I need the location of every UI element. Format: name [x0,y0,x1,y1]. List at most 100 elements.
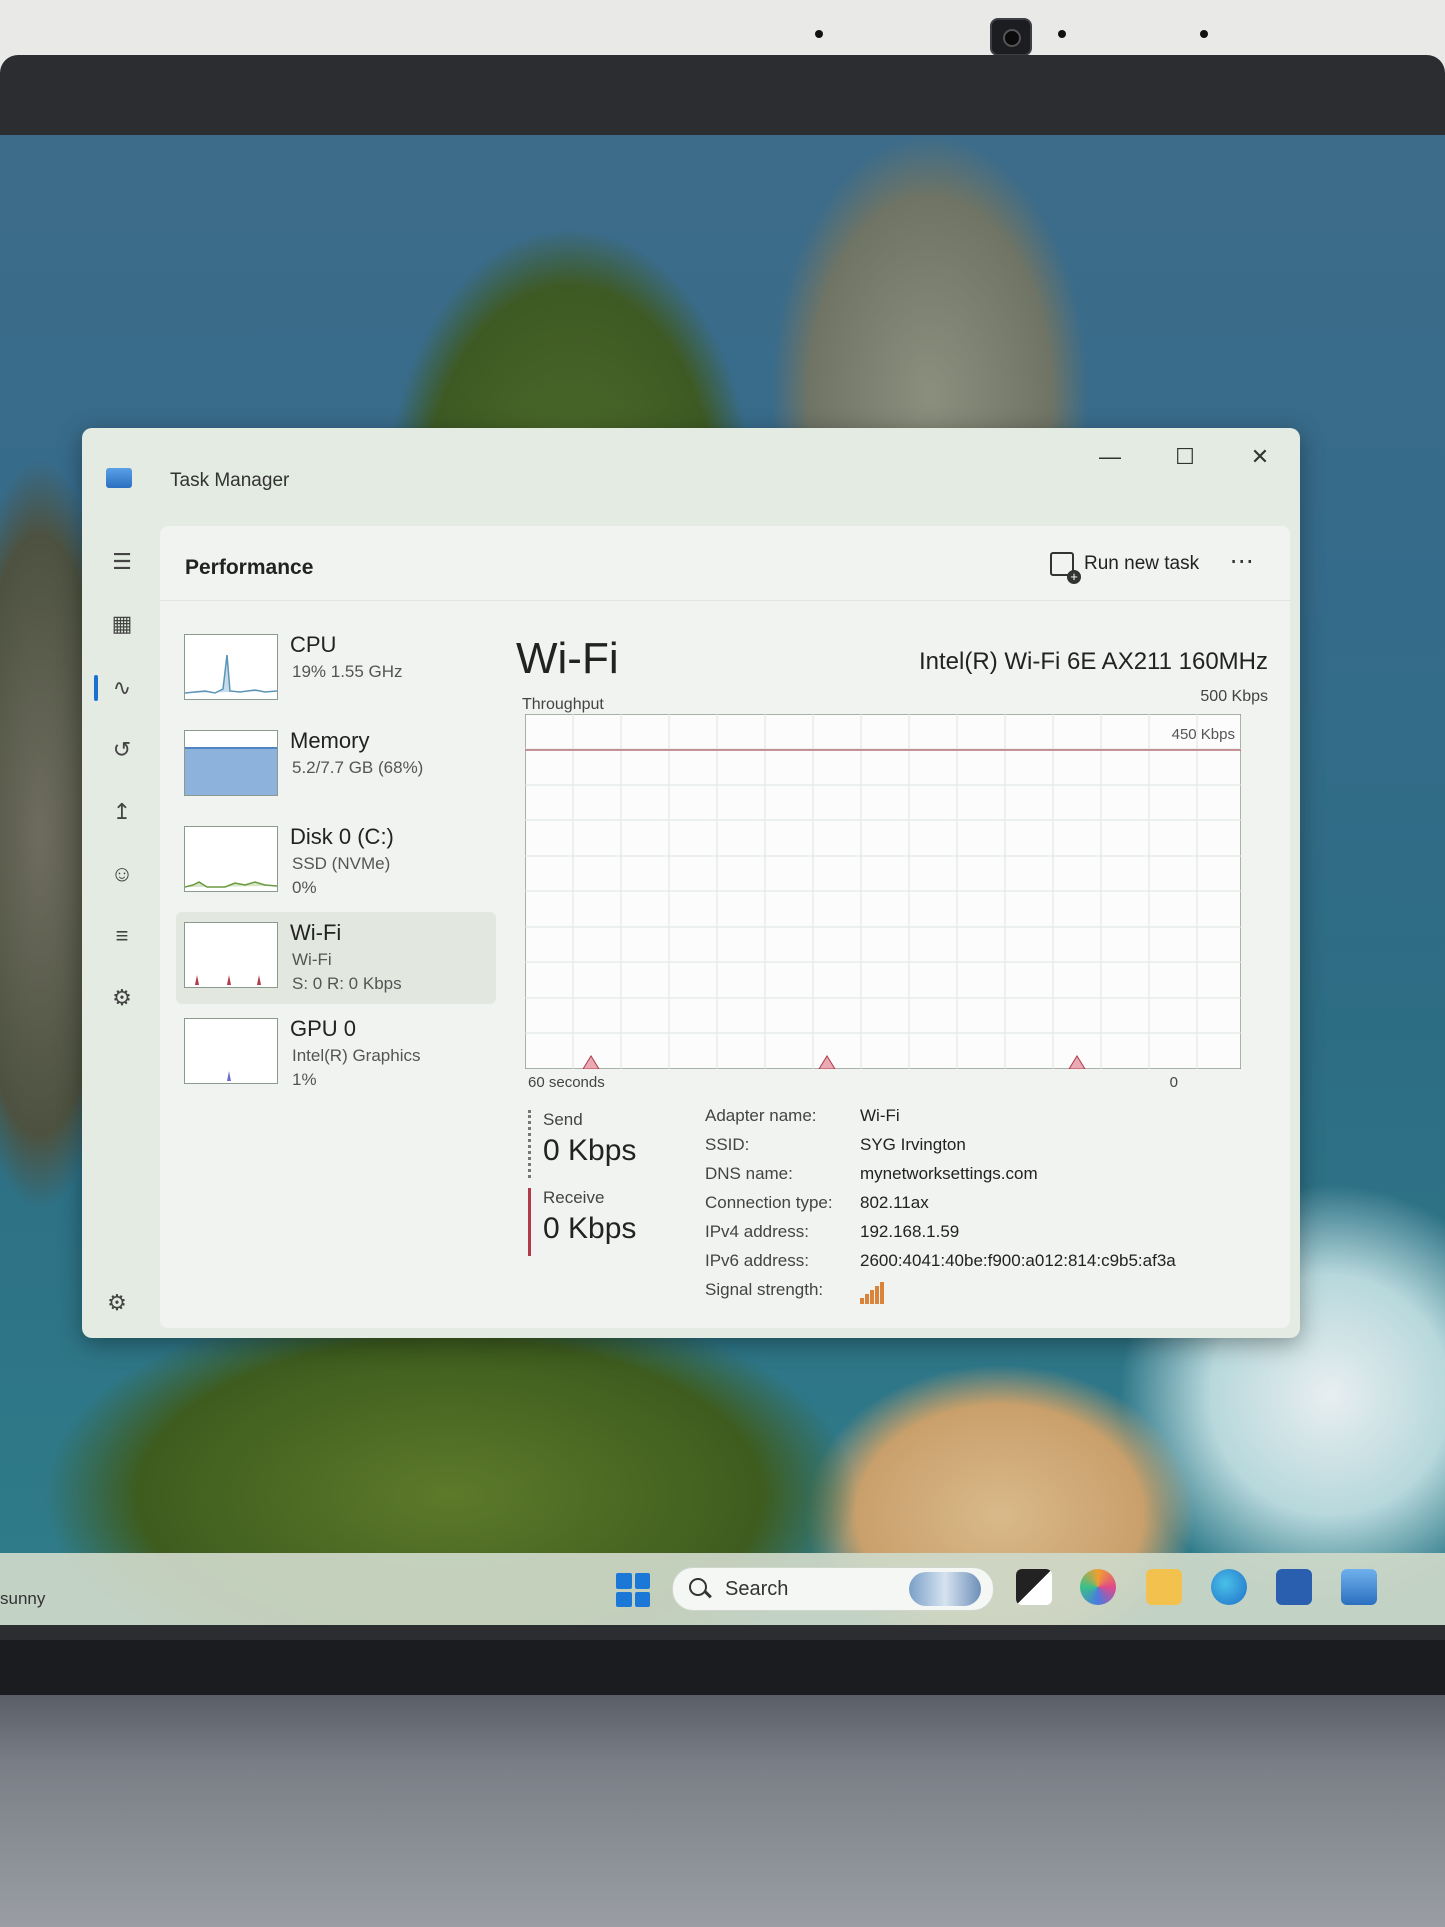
property-label: DNS name: [705,1164,793,1183]
minimize-button[interactable]: — [1090,442,1130,472]
memory-fill [185,746,277,795]
property-value: mynetworksettings.com [860,1164,1038,1183]
property-value: Wi-Fi [860,1106,900,1125]
panel-header: Performance Run new task ⋯ [160,526,1290,601]
services-icon[interactable]: ⚙ [102,978,142,1018]
x-axis-right-label: 0 [1169,1074,1178,1091]
signal-strength-icon [860,1282,884,1304]
details-icon[interactable]: ≡ [102,916,142,956]
scale-line-label: 450 Kbps [1172,726,1235,743]
resource-detail: Intel(R) Graphics [292,1046,421,1065]
window-title: Task Manager [170,470,290,491]
property-label: IPv6 address: [705,1251,809,1270]
dashboard-icon[interactable]: ▦ [102,604,142,644]
disk-mini-graph [185,881,277,888]
disk-thumbnail [184,826,278,892]
weather-widget[interactable]: sunny [0,1589,45,1609]
copilot-icon[interactable] [1080,1569,1116,1605]
search-highlight-image [909,1572,981,1606]
resource-name: Disk 0 (C:) [290,824,394,849]
resource-name: GPU 0 [290,1016,357,1041]
resource-usage: 1% [292,1070,317,1089]
edge-icon[interactable] [1211,1569,1247,1605]
performance-icon[interactable]: ∿ [102,668,142,708]
graph-label: Throughput [522,696,604,713]
search-label: Search [725,1578,789,1600]
resource-name: Wi-Fi [290,920,342,945]
taskbar-search[interactable]: Search [672,1567,994,1611]
start-icon[interactable] [616,1573,650,1607]
property-value: 2600:4041:40be:f900:a012:814:c9b5:af3a [860,1251,1176,1270]
property-value: 192.168.1.59 [860,1222,960,1241]
property-label: SSID: [705,1135,750,1154]
task-manager-window: Task Manager — ☐ ✕ ☰ ▦ ∿ ↺ ↥ ☺ ≡ ⚙ Perfo… [82,428,1300,1338]
receive-stat: Receive 0 Kbps [528,1188,653,1256]
property-label: IPv4 address: [705,1222,809,1241]
resource-memory[interactable]: Memory 5.2/7.7 GB (68%) [176,720,496,812]
resource-usage: S: 0 R: 0 Kbps [292,974,402,993]
active-indicator [94,675,98,701]
taskbar: sunny Search [0,1553,1445,1625]
task-manager-taskbar-icon[interactable] [1341,1569,1377,1605]
resource-disk[interactable]: Disk 0 (C:) SSD (NVMe) 0% [176,816,496,908]
memory-thumbnail [184,730,278,796]
page-title: Performance [185,556,314,579]
store-icon[interactable] [1276,1569,1312,1605]
receive-value: 0 Kbps [543,1212,637,1245]
title-bar[interactable]: Task Manager — ☐ ✕ [82,428,1300,514]
laptop-chassis [0,1695,1445,1927]
property-value: 802.11ax [860,1193,929,1212]
run-task-icon [1050,552,1081,584]
resource-detail: SSD (NVMe) [292,854,391,873]
close-button[interactable]: ✕ [1240,442,1280,472]
users-icon[interactable]: ☺ [102,854,142,894]
maximize-button[interactable]: ☐ [1165,442,1205,472]
resource-detail: 19% 1.55 GHz [292,662,403,681]
send-label: Send [543,1110,583,1129]
resource-gpu[interactable]: GPU 0 Intel(R) Graphics 1% [176,1008,496,1100]
receive-label: Receive [543,1188,605,1207]
task-view-icon[interactable] [1016,1569,1052,1605]
detail-title: Wi-Fi [516,634,619,683]
task-manager-logo-icon [106,468,132,488]
settings-icon[interactable]: ⚙ [102,1290,132,1320]
send-value: 0 Kbps [543,1134,637,1167]
laptop-hinge [0,1640,1445,1695]
search-icon [689,1578,707,1596]
adapter-model: Intel(R) Wi-Fi 6E AX211 160MHz [919,648,1268,675]
desktop-wallpaper: Task Manager — ☐ ✕ ☰ ▦ ∿ ↺ ↥ ☺ ≡ ⚙ Perfo… [0,135,1445,1625]
graph-max-label: 500 Kbps [1200,688,1268,705]
bezel-dot [1058,30,1066,38]
cpu-thumbnail [184,634,278,700]
performance-panel: Performance Run new task ⋯ CPU 19% 1.55 … [160,526,1290,1328]
x-axis-left-label: 60 seconds [528,1074,605,1091]
resource-detail: Wi-Fi [292,950,332,969]
run-new-task-label: Run new task [1084,553,1200,574]
send-stat: Send 0 Kbps [528,1110,653,1178]
startup-icon[interactable]: ↥ [102,792,142,832]
property-label: Connection type: [705,1193,833,1212]
history-icon[interactable]: ↺ [102,730,142,770]
resource-usage: 0% [292,878,317,897]
bezel-dot [815,30,823,38]
wifi-thumbnail [184,922,278,988]
gpu-mini-graph [227,1071,231,1081]
wifi-mini-graph [195,975,261,985]
resource-cpu[interactable]: CPU 19% 1.55 GHz [176,624,496,716]
webcam-icon [990,18,1032,56]
resource-name: CPU [290,632,337,657]
cpu-mini-graph [185,654,277,694]
file-explorer-icon[interactable] [1146,1569,1182,1605]
property-value: SYG Irvington [860,1135,966,1154]
property-label: Adapter name: [705,1106,817,1125]
throughput-graph: 450 Kbps [525,714,1241,1069]
resource-detail: 5.2/7.7 GB (68%) [292,758,424,777]
more-icon[interactable]: ⋯ [1220,544,1264,584]
resource-wifi[interactable]: Wi-Fi Wi-Fi S: 0 R: 0 Kbps [176,912,496,1004]
run-new-task-button[interactable]: Run new task [1040,544,1209,584]
bezel-dot [1200,30,1208,38]
resource-name: Memory [290,728,370,753]
gpu-thumbnail [184,1018,278,1084]
menu-icon[interactable]: ☰ [102,542,142,582]
property-label: Signal strength: [705,1280,824,1299]
